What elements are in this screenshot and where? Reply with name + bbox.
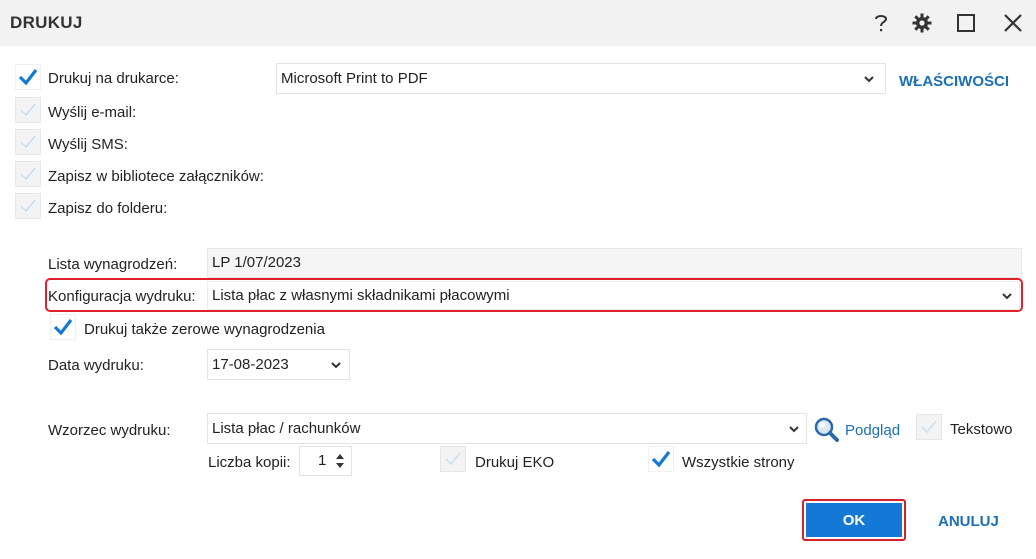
- print-date-label: Data wydruku:: [48, 357, 144, 374]
- zero-salaries-checkbox[interactable]: [50, 314, 76, 340]
- ok-button[interactable]: OK: [802, 499, 906, 541]
- title-bar: DRUKUJ: [0, 0, 1036, 46]
- printer-select-value: Microsoft Print to PDF: [281, 70, 428, 87]
- print-config-value: Lista płac z własnymi składnikami płacow…: [212, 287, 510, 304]
- ok-button-label: OK: [806, 503, 902, 537]
- cancel-button[interactable]: ANULUJ: [938, 513, 999, 530]
- chevron-down-icon: [331, 362, 341, 369]
- payroll-list-field: LP 1/07/2023: [207, 248, 1022, 278]
- chevron-down-icon: [1002, 293, 1012, 300]
- maximize-icon[interactable]: [953, 10, 979, 36]
- save-library-checkbox[interactable]: [15, 161, 41, 187]
- chevron-down-icon: [864, 76, 874, 83]
- payroll-list-label: Lista wynagrodzeń:: [48, 256, 178, 273]
- window-title: DRUKUJ: [10, 13, 83, 32]
- print-config-label: Konfiguracja wydruku:: [48, 288, 196, 305]
- check-icon: [20, 199, 36, 213]
- save-library-label: Zapisz w bibliotece załączników:: [48, 168, 264, 185]
- check-icon: [20, 103, 36, 117]
- print-to-printer-label: Drukuj na drukarce:: [48, 70, 179, 87]
- template-select[interactable]: Lista płac / rachunków: [207, 413, 807, 444]
- all-pages-label: Wszystkie strony: [682, 454, 795, 471]
- gear-icon[interactable]: [909, 10, 935, 36]
- check-icon: [18, 69, 38, 86]
- check-icon: [20, 167, 36, 181]
- check-icon: [445, 452, 461, 466]
- save-folder-checkbox[interactable]: [15, 193, 41, 219]
- print-eko-checkbox[interactable]: [440, 446, 466, 472]
- help-icon[interactable]: [868, 10, 894, 36]
- check-icon: [20, 135, 36, 149]
- stepper-arrows-icon[interactable]: [335, 451, 345, 471]
- print-config-select[interactable]: Lista płac z własnymi składnikami płacow…: [207, 281, 1020, 310]
- text-mode-checkbox[interactable]: [916, 414, 942, 440]
- chevron-down-icon: [789, 426, 799, 433]
- check-icon: [53, 319, 73, 336]
- copies-stepper[interactable]: 1: [299, 446, 352, 476]
- send-email-label: Wyślij e-mail:: [48, 104, 137, 121]
- check-icon: [921, 420, 937, 434]
- magnifier-icon[interactable]: [813, 416, 839, 442]
- print-eko-label: Drukuj EKO: [475, 454, 555, 471]
- all-pages-checkbox[interactable]: [648, 446, 674, 472]
- copies-label: Liczba kopii:: [208, 454, 291, 471]
- print-to-printer-checkbox[interactable]: [15, 64, 41, 90]
- template-label: Wzorzec wydruku:: [48, 422, 171, 439]
- text-mode-label: Tekstowo: [950, 421, 1013, 438]
- copies-value: 1: [318, 452, 327, 469]
- check-icon: [651, 451, 671, 468]
- template-select-value: Lista płac / rachunków: [212, 420, 361, 437]
- print-date-picker[interactable]: 17-08-2023: [207, 349, 350, 380]
- send-sms-checkbox[interactable]: [15, 129, 41, 155]
- preview-link[interactable]: Podgląd: [845, 422, 900, 439]
- zero-salaries-label: Drukuj także zerowe wynagrodzenia: [84, 321, 325, 338]
- send-sms-label: Wyślij SMS:: [48, 136, 128, 153]
- printer-select[interactable]: Microsoft Print to PDF: [276, 63, 886, 94]
- send-email-checkbox[interactable]: [15, 97, 41, 123]
- printer-properties-link[interactable]: WŁAŚCIWOŚCI: [899, 73, 1009, 90]
- close-icon[interactable]: [1000, 10, 1026, 36]
- print-date-value: 17-08-2023: [212, 356, 289, 373]
- save-folder-label: Zapisz do folderu:: [48, 200, 168, 217]
